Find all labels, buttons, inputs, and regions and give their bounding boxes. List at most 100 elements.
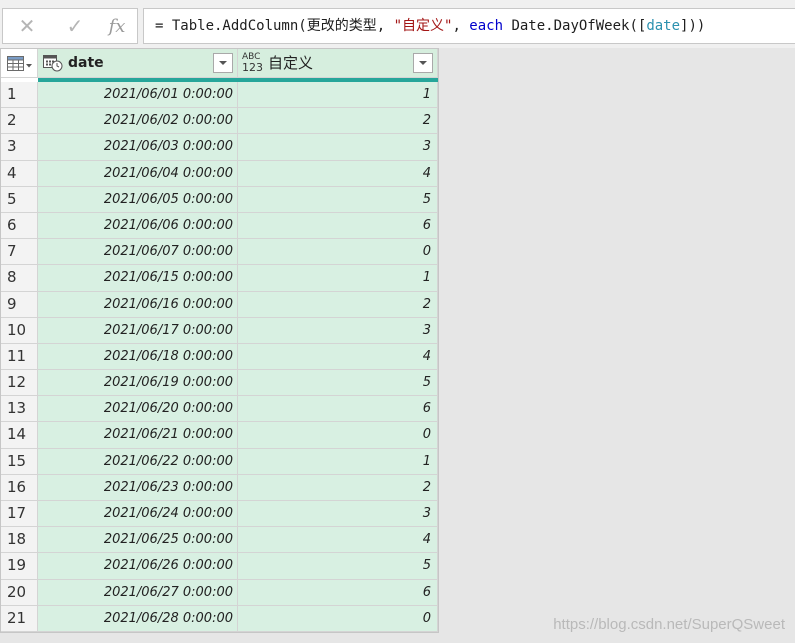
- cell-custom[interactable]: 0: [238, 239, 438, 266]
- table-row[interactable]: 10 2021/06/17 0:00:00 3: [1, 317, 438, 344]
- cell-date[interactable]: 2021/06/17 0:00:00: [38, 317, 238, 344]
- cell-custom[interactable]: 5: [238, 370, 438, 397]
- cell-date[interactable]: 2021/06/16 0:00:00: [38, 291, 238, 318]
- cell-date[interactable]: 2021/06/02 0:00:00: [38, 108, 238, 135]
- filter-button-date[interactable]: [213, 53, 233, 73]
- cell-custom[interactable]: 3: [238, 134, 438, 161]
- cell-date[interactable]: 2021/06/07 0:00:00: [38, 239, 238, 266]
- cell-custom[interactable]: 4: [238, 527, 438, 554]
- row-number[interactable]: 2: [1, 108, 38, 135]
- column-header-custom[interactable]: ABC 123 自定义: [238, 49, 438, 78]
- table-menu-button[interactable]: [1, 49, 38, 78]
- cell-custom[interactable]: 5: [238, 553, 438, 580]
- cell-custom[interactable]: 2: [238, 291, 438, 318]
- cell-custom[interactable]: 6: [238, 396, 438, 423]
- table-row[interactable]: 14 2021/06/21 0:00:00 0: [1, 422, 438, 449]
- cell-date[interactable]: 2021/06/21 0:00:00: [38, 422, 238, 449]
- row-number[interactable]: 15: [1, 448, 38, 475]
- formula-bar: ✕ ✓ fx = Table.AddColumn(更改的类型, "自定义", e…: [0, 0, 795, 48]
- cell-date[interactable]: 2021/06/24 0:00:00: [38, 501, 238, 528]
- row-number[interactable]: 5: [1, 186, 38, 213]
- cell-custom[interactable]: 6: [238, 579, 438, 606]
- cell-date[interactable]: 2021/06/22 0:00:00: [38, 448, 238, 475]
- cell-date[interactable]: 2021/06/05 0:00:00: [38, 186, 238, 213]
- row-number[interactable]: 12: [1, 370, 38, 397]
- row-number[interactable]: 19: [1, 553, 38, 580]
- row-number[interactable]: 20: [1, 579, 38, 606]
- table-row[interactable]: 21 2021/06/28 0:00:00 0: [1, 605, 438, 632]
- row-number[interactable]: 4: [1, 160, 38, 187]
- cell-date[interactable]: 2021/06/20 0:00:00: [38, 396, 238, 423]
- table-row[interactable]: 4 2021/06/04 0:00:00 4: [1, 160, 438, 187]
- cell-date[interactable]: 2021/06/28 0:00:00: [38, 605, 238, 632]
- column-header-date[interactable]: date: [38, 49, 238, 78]
- table-row[interactable]: 17 2021/06/24 0:00:00 3: [1, 501, 438, 528]
- row-number[interactable]: 7: [1, 239, 38, 266]
- table-row[interactable]: 11 2021/06/18 0:00:00 4: [1, 343, 438, 371]
- formula-button-group: ✕ ✓ fx: [2, 8, 138, 44]
- cell-date[interactable]: 2021/06/26 0:00:00: [38, 553, 238, 580]
- fx-icon[interactable]: fx: [97, 9, 137, 43]
- cell-custom[interactable]: 0: [238, 605, 438, 632]
- table-row[interactable]: 18 2021/06/25 0:00:00 4: [1, 527, 438, 554]
- cell-custom[interactable]: 2: [238, 108, 438, 135]
- row-number[interactable]: 18: [1, 527, 38, 554]
- row-number[interactable]: 1: [1, 82, 38, 109]
- row-number[interactable]: 3: [1, 134, 38, 161]
- row-number[interactable]: 16: [1, 474, 38, 501]
- formula-new-column-name: "自定义": [393, 18, 453, 34]
- table-row[interactable]: 7 2021/06/07 0:00:00 0: [1, 239, 438, 266]
- header-row: date ABC 123 自定义: [1, 49, 438, 78]
- row-number[interactable]: 21: [1, 605, 38, 632]
- cell-custom[interactable]: 5: [238, 186, 438, 213]
- cell-date[interactable]: 2021/06/04 0:00:00: [38, 160, 238, 187]
- cancel-icon[interactable]: ✕: [7, 9, 47, 43]
- cell-date[interactable]: 2021/06/19 0:00:00: [38, 370, 238, 397]
- row-number[interactable]: 10: [1, 317, 38, 344]
- row-number[interactable]: 14: [1, 422, 38, 449]
- filter-button-custom[interactable]: [413, 53, 433, 73]
- cell-date[interactable]: 2021/06/23 0:00:00: [38, 474, 238, 501]
- table-row[interactable]: 13 2021/06/20 0:00:00 6: [1, 396, 438, 423]
- row-number[interactable]: 9: [1, 291, 38, 318]
- cell-custom[interactable]: 0: [238, 422, 438, 449]
- column-quality-bar: [38, 78, 438, 82]
- cell-date[interactable]: 2021/06/01 0:00:00: [38, 82, 238, 109]
- cell-date[interactable]: 2021/06/25 0:00:00: [38, 527, 238, 554]
- row-number[interactable]: 13: [1, 396, 38, 423]
- row-number[interactable]: 6: [1, 212, 38, 240]
- cell-date[interactable]: 2021/06/18 0:00:00: [38, 343, 238, 371]
- table-row[interactable]: 9 2021/06/16 0:00:00 2: [1, 291, 438, 318]
- formula-step-ref: 更改的类型: [306, 18, 377, 34]
- cell-date[interactable]: 2021/06/06 0:00:00: [38, 212, 238, 240]
- cell-custom[interactable]: 1: [238, 82, 438, 109]
- cell-custom[interactable]: 6: [238, 212, 438, 240]
- table-row[interactable]: 15 2021/06/22 0:00:00 1: [1, 448, 438, 475]
- table-row[interactable]: 16 2021/06/23 0:00:00 2: [1, 474, 438, 501]
- row-number[interactable]: 11: [1, 343, 38, 371]
- table-row[interactable]: 12 2021/06/19 0:00:00 5: [1, 370, 438, 397]
- cell-date[interactable]: 2021/06/03 0:00:00: [38, 134, 238, 161]
- cell-custom[interactable]: 1: [238, 448, 438, 475]
- table-row[interactable]: 6 2021/06/06 0:00:00 6: [1, 212, 438, 240]
- table-row[interactable]: 19 2021/06/26 0:00:00 5: [1, 553, 438, 580]
- table-row[interactable]: 3 2021/06/03 0:00:00 3: [1, 134, 438, 161]
- cell-date[interactable]: 2021/06/27 0:00:00: [38, 579, 238, 606]
- cell-custom[interactable]: 1: [238, 265, 438, 292]
- cell-date[interactable]: 2021/06/15 0:00:00: [38, 265, 238, 292]
- cell-custom[interactable]: 4: [238, 343, 438, 371]
- cell-custom[interactable]: 4: [238, 160, 438, 187]
- cell-custom[interactable]: 2: [238, 474, 438, 501]
- commit-icon[interactable]: ✓: [55, 9, 95, 43]
- row-number[interactable]: 17: [1, 501, 38, 528]
- cell-custom[interactable]: 3: [238, 317, 438, 344]
- formula-input[interactable]: = Table.AddColumn(更改的类型, "自定义", each Dat…: [143, 8, 795, 44]
- type-label-bottom: 123: [242, 61, 263, 74]
- cell-custom[interactable]: 3: [238, 501, 438, 528]
- row-number[interactable]: 8: [1, 265, 38, 292]
- table-row[interactable]: 2 2021/06/02 0:00:00 2: [1, 108, 438, 135]
- table-row[interactable]: 5 2021/06/05 0:00:00 5: [1, 186, 438, 213]
- table-row[interactable]: 8 2021/06/15 0:00:00 1: [1, 265, 438, 292]
- table-row[interactable]: 20 2021/06/27 0:00:00 6: [1, 579, 438, 606]
- table-row[interactable]: 1 2021/06/01 0:00:00 1: [1, 82, 438, 109]
